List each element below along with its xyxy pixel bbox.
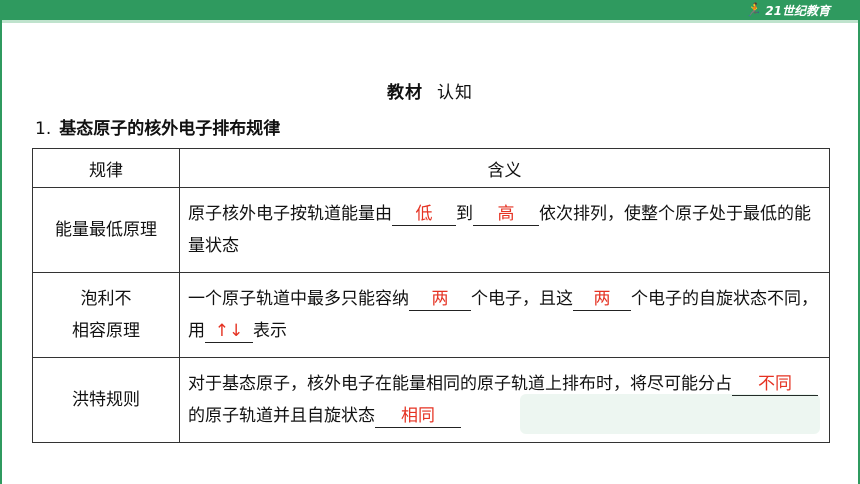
- header-meaning: 含义: [179, 148, 830, 188]
- rule-name-line: 洪特规则: [72, 390, 140, 410]
- rule-name: 能量最低原理: [32, 187, 180, 273]
- rule-name: 洪特规则: [32, 357, 180, 443]
- table-header-row: 规律 含义: [32, 148, 830, 188]
- rule-meaning: 一个原子轨道中最多只能容纳两个电子，且这两个电子的自旋状态不同，用 ↑↓ 表示: [179, 272, 830, 358]
- logo-text: 21世纪教育: [765, 3, 830, 18]
- answer-blank: 高: [473, 203, 539, 226]
- section-title-text: 基态原子的核外电子排布规律: [59, 119, 281, 139]
- brand-logo: 🏃 21世纪教育: [745, 2, 830, 18]
- section-number: 1.: [35, 119, 52, 139]
- meaning-text: 个电子，且这: [471, 289, 573, 309]
- meaning-text: 原子核外电子按轨道能量由: [188, 204, 392, 224]
- runner-icon: 🏃: [745, 2, 762, 18]
- page-heading: 教材 认知: [0, 78, 860, 103]
- meaning-text: 的原子轨道并且自旋状态: [188, 406, 375, 426]
- answer-blank: ↑↓: [205, 320, 253, 343]
- header-rule: 规律: [32, 148, 180, 188]
- table-row: 泡利不 相容原理 一个原子轨道中最多只能容纳两个电子，且这两个电子的自旋状态不同…: [32, 272, 830, 358]
- table-row: 能量最低原理 原子核外电子按轨道能量由低到高依次排列，使整个原子处于最低的能量状…: [32, 187, 830, 273]
- answer-blank: 两: [573, 288, 631, 311]
- watermark-logo: [520, 394, 820, 434]
- meaning-text: 一个原子轨道中最多只能容纳: [188, 289, 409, 309]
- section-title: 1. 基态原子的核外电子排布规律: [35, 114, 280, 139]
- rule-name-line: 相容原理: [72, 321, 140, 341]
- rule-meaning: 原子核外电子按轨道能量由低到高依次排列，使整个原子处于最低的能量状态: [179, 187, 830, 273]
- heading-sub: 认知: [437, 83, 473, 103]
- rule-name-line: 能量最低原理: [55, 220, 157, 240]
- heading-main: 教材: [387, 83, 423, 103]
- rule-name: 泡利不 相容原理: [32, 272, 180, 358]
- meaning-text: 到: [456, 204, 473, 224]
- meaning-text: 表示: [253, 321, 287, 341]
- answer-blank: 低: [392, 203, 456, 226]
- top-banner: 🏃 21世纪教育: [0, 0, 860, 23]
- answer-blank: 相同: [375, 405, 461, 428]
- answer-blank: 两: [409, 288, 471, 311]
- rule-name-line: 泡利不: [80, 289, 132, 309]
